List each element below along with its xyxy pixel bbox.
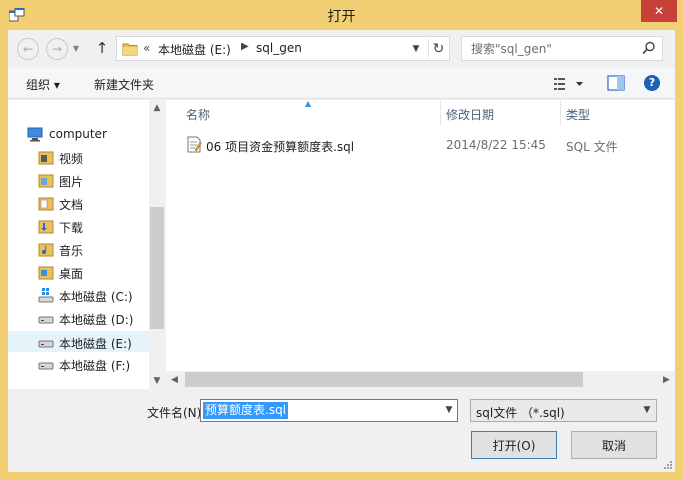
music-folder-icon (38, 243, 54, 257)
drive-icon (38, 316, 54, 324)
sidebar-item-drive-d[interactable]: 本地磁盘 (D:) (8, 308, 149, 329)
sidebar-item-label: computer (49, 127, 107, 141)
up-arrow-icon: ↑ (95, 39, 109, 57)
open-file-dialog: 打开 ✕ ← → ▼ ↑ « 本地磁盘 (E:) ▶ sql_gen ▼ ↻ 搜… (0, 0, 683, 480)
sidebar-item-computer[interactable]: computer (8, 124, 149, 145)
sidebar-item-documents[interactable]: 文档 (8, 193, 149, 214)
file-name: 06 项目资金预算额度表.sql (206, 140, 355, 154)
scroll-down-icon[interactable]: ▼ (149, 373, 165, 389)
title-bar[interactable]: 打开 ✕ (0, 0, 683, 30)
navigation-pane-scrollbar[interactable]: ▲ ▼ (149, 100, 165, 389)
chevron-down-icon[interactable]: ▼ (640, 403, 654, 418)
column-divider[interactable] (440, 100, 441, 125)
close-icon: ✕ (653, 4, 665, 18)
scroll-thumb[interactable] (185, 372, 583, 387)
sidebar-item-label: 本地磁盘 (F:) (59, 359, 131, 373)
sidebar-item-label: 本地磁盘 (E:) (59, 337, 132, 351)
drive-icon (38, 340, 54, 348)
breadcrumb-drive-e[interactable]: 本地磁盘 (E:) (158, 41, 231, 58)
sql-file-icon (187, 136, 202, 153)
sidebar-item-label: 桌面 (59, 267, 84, 281)
scroll-left-icon[interactable]: ◀ (166, 371, 183, 389)
chevron-down-icon: ▼ (73, 44, 80, 53)
sidebar-item-label: 本地磁盘 (D:) (59, 313, 134, 327)
scroll-up-icon[interactable]: ▲ (149, 100, 165, 116)
file-type: SQL 文件 (566, 140, 618, 154)
pictures-folder-icon (38, 174, 54, 188)
sidebar-item-pictures[interactable]: 图片 (8, 170, 149, 191)
scroll-right-icon[interactable]: ▶ (658, 371, 675, 389)
desktop-folder-icon (38, 266, 54, 280)
command-bar: 组织 ▾ 新建文件夹 ? (8, 68, 675, 99)
sidebar-item-label: 下载 (59, 221, 84, 235)
back-button[interactable]: ← (17, 38, 39, 60)
system-drive-icon (38, 288, 54, 303)
folder-icon (122, 43, 138, 56)
back-arrow-icon: ← (22, 42, 34, 56)
recent-locations-button[interactable]: ▼ (73, 44, 83, 54)
sidebar-item-drive-c[interactable]: 本地磁盘 (C:) (8, 285, 149, 306)
sidebar-item-label: 文档 (59, 198, 84, 212)
sidebar-item-drive-f[interactable]: 本地磁盘 (F:) (8, 354, 149, 375)
column-header-name[interactable]: 名称 (186, 106, 210, 131)
preview-pane-icon[interactable] (607, 75, 625, 91)
dialog-client-area: ← → ▼ ↑ « 本地磁盘 (E:) ▶ sql_gen ▼ ↻ 搜索"sql… (8, 30, 675, 472)
resize-grip-icon[interactable] (663, 460, 673, 470)
drive-icon (38, 362, 54, 370)
file-list-horizontal-scrollbar[interactable]: ◀ ▶ (166, 371, 675, 389)
sidebar-item-videos[interactable]: 视频 (8, 147, 149, 168)
sidebar-item-desktop[interactable]: 桌面 (8, 262, 149, 283)
address-bar[interactable]: « 本地磁盘 (E:) ▶ sql_gen ▼ ↻ (116, 36, 450, 61)
file-row[interactable]: 06 项目资金预算额度表.sql 2014/8/22 15:45 SQL 文件 (166, 134, 659, 156)
sidebar-item-label: 视频 (59, 152, 84, 166)
chevron-down-icon[interactable]: ▼ (442, 403, 456, 418)
refresh-icon[interactable]: ↻ (428, 39, 448, 59)
cancel-button[interactable]: 取消 (571, 431, 657, 459)
sidebar-item-label: 音乐 (59, 244, 84, 258)
forward-button[interactable]: → (46, 38, 68, 60)
up-button[interactable]: ↑ (94, 39, 110, 59)
file-modified-date: 2014/8/22 15:45 (446, 138, 546, 152)
forward-arrow-icon: → (51, 42, 63, 56)
column-header-modified[interactable]: 修改日期 (446, 106, 494, 131)
breadcrumb-overflow-chevron[interactable]: « (143, 41, 150, 55)
filetype-selected-value: sql文件 （*.sql) (476, 406, 565, 420)
sidebar-item-drive-e[interactable]: 本地磁盘 (E:) (8, 331, 149, 352)
column-header-type[interactable]: 类型 (566, 106, 590, 131)
organize-menu-button[interactable]: 组织 ▾ (26, 76, 60, 93)
sidebar-item-music[interactable]: 音乐 (8, 239, 149, 260)
sidebar-item-label: 图片 (59, 175, 84, 189)
computer-icon (27, 127, 43, 142)
breadcrumb-separator-icon[interactable]: ▶ (241, 41, 249, 52)
address-dropdown-icon[interactable]: ▼ (408, 41, 424, 57)
search-input[interactable] (462, 37, 638, 60)
window-title: 打开 (327, 9, 356, 25)
filename-combobox[interactable]: 预算额度表.sql ▼ (200, 399, 458, 422)
view-options-icon[interactable] (553, 76, 589, 92)
videos-folder-icon (38, 151, 54, 165)
scroll-thumb[interactable] (150, 207, 164, 329)
downloads-folder-icon (38, 220, 54, 234)
open-button[interactable]: 打开(O) (471, 431, 557, 459)
new-folder-button[interactable]: 新建文件夹 (94, 76, 154, 93)
filename-input[interactable]: 预算额度表.sql (203, 402, 289, 419)
file-list: ▲ 名称 修改日期 类型 06 项目资金预算额度表.sql 2014/8/22 … (166, 100, 675, 389)
filetype-select[interactable]: sql文件 （*.sql) ▼ (470, 399, 657, 422)
sidebar-item-label: 本地磁盘 (C:) (59, 290, 133, 304)
search-box[interactable] (461, 36, 663, 61)
search-icon[interactable] (642, 41, 656, 55)
filename-label: 文件名(N): (147, 406, 206, 420)
documents-folder-icon (38, 197, 54, 211)
close-button[interactable]: ✕ (641, 0, 677, 22)
sort-ascending-icon: ▲ (305, 100, 312, 108)
breadcrumb-sql-gen[interactable]: sql_gen (256, 41, 302, 55)
navigation-pane: computer 视频 图片 文档 下载 音乐 桌面 本地磁盘 (C:) 本地磁… (8, 100, 165, 389)
help-icon[interactable]: ? (644, 75, 660, 91)
sidebar-item-downloads[interactable]: 下载 (8, 216, 149, 237)
column-divider[interactable] (560, 100, 561, 125)
